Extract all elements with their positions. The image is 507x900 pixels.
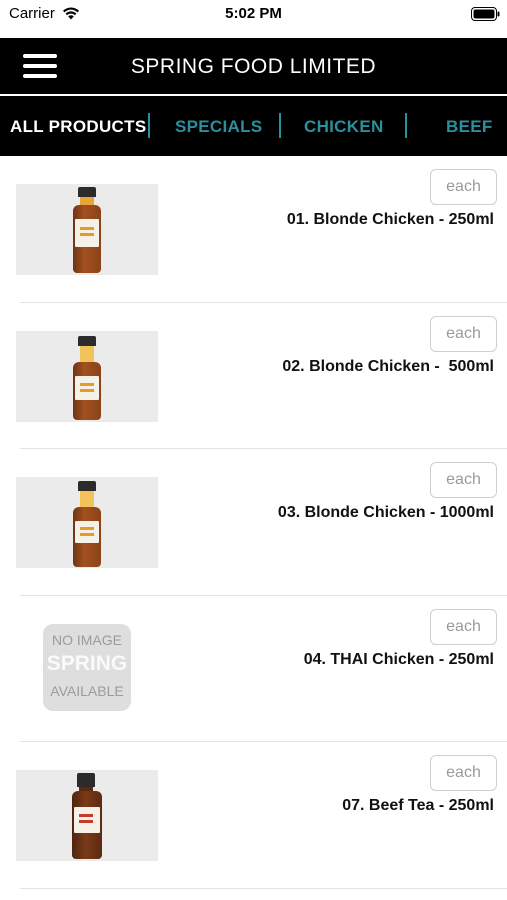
tab-beef[interactable]: BEEF xyxy=(446,117,493,137)
tab-divider xyxy=(279,113,281,138)
product-row[interactable]: each 03. Blonde Chicken - 1000ml xyxy=(0,449,507,596)
no-image-badge: NO IMAGE SPRING AVAILABLE xyxy=(43,623,131,711)
tab-specials[interactable]: SPECIALS xyxy=(175,117,262,137)
unit-selector-button[interactable]: each xyxy=(430,315,497,352)
product-name: 07. Beef Tea - 250ml xyxy=(342,797,494,814)
product-name: 03. Blonde Chicken - 1000ml xyxy=(277,504,494,521)
product-list: each 01. Blonde Chicken - 250ml each 02.… xyxy=(0,156,507,889)
page-title: SPRING FOOD LIMITED xyxy=(130,55,377,78)
category-tab-bar: ALL PRODUCTS SPECIALS CHICKEN BEEF xyxy=(0,96,507,156)
product-row[interactable]: each 02. Blonde Chicken - 500ml xyxy=(0,303,507,449)
row-divider xyxy=(20,887,507,889)
product-image xyxy=(16,330,158,422)
unit-selector-button[interactable]: each xyxy=(430,608,497,645)
product-row[interactable]: NO IMAGE SPRING AVAILABLE each 04. THAI … xyxy=(0,596,507,742)
product-name: 04. THAI Chicken - 250ml xyxy=(303,650,494,668)
unit-selector-button[interactable]: each xyxy=(430,169,497,205)
placeholder-bottom-text: AVAILABLE xyxy=(50,682,124,699)
unit-selector-button[interactable]: each xyxy=(430,755,497,791)
nav-bar: SPRING FOOD LIMITED xyxy=(0,38,507,94)
unit-selector-button[interactable]: each xyxy=(430,462,497,498)
status-time: 5:02 PM xyxy=(225,5,282,22)
product-image xyxy=(16,770,158,861)
tab-divider xyxy=(148,113,150,138)
product-name: 02. Blonde Chicken - 500ml xyxy=(282,357,494,375)
placeholder-top-text: NO IMAGE xyxy=(51,631,122,648)
product-image xyxy=(16,184,158,275)
tab-divider xyxy=(405,113,407,138)
product-image xyxy=(16,477,158,568)
product-row[interactable]: each 01. Blonde Chicken - 250ml xyxy=(0,156,507,303)
placeholder-brand-text: SPRING xyxy=(46,651,128,675)
product-name: 01. Blonde Chicken - 250ml xyxy=(286,211,494,228)
battery-icon xyxy=(471,7,500,21)
tab-chicken[interactable]: CHICKEN xyxy=(304,117,384,137)
product-row[interactable]: each 07. Beef Tea - 250ml xyxy=(0,742,507,889)
app-screen: Carrier 5:02 PM SPRING FOOD LIMITED ALL … xyxy=(0,0,507,900)
status-bar: Carrier 5:02 PM xyxy=(0,0,507,30)
tab-all-products[interactable]: ALL PRODUCTS xyxy=(10,117,146,137)
no-image-placeholder: NO IMAGE SPRING AVAILABLE xyxy=(16,623,158,715)
